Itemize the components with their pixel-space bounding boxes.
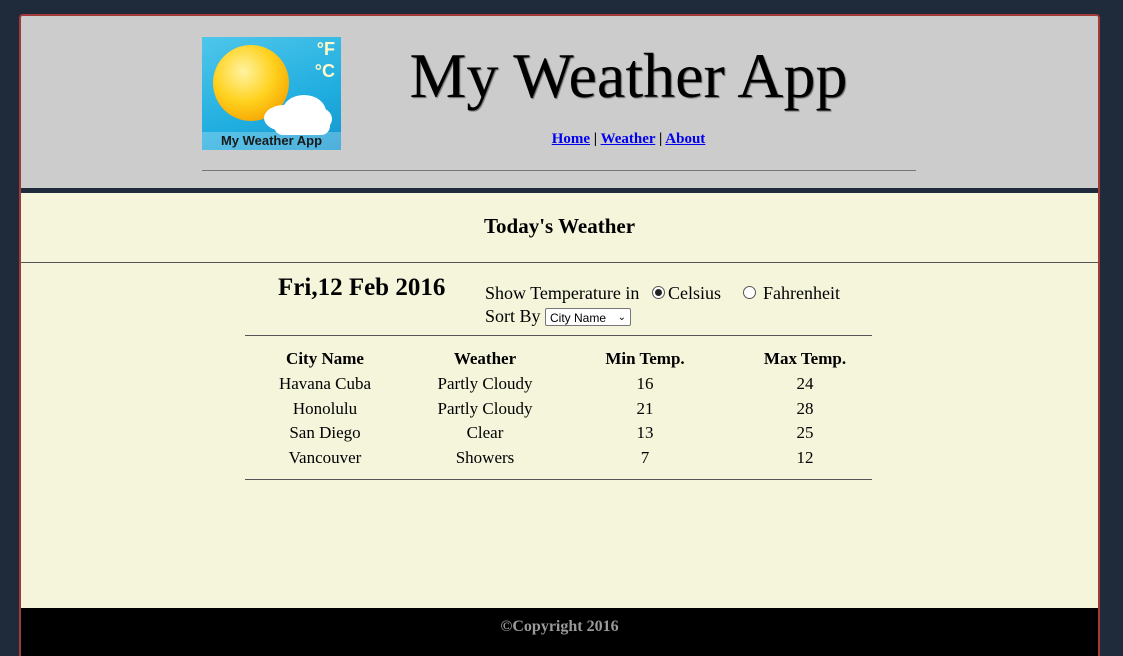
weather-cell: Clear	[466, 423, 504, 443]
table-top-divider	[245, 335, 872, 336]
column-header-min-temp: Min Temp.	[605, 349, 685, 368]
city-cell: Havana Cuba	[278, 374, 372, 394]
logo-caption: My Weather App	[202, 132, 341, 150]
current-date: Fri,12 Feb 2016	[278, 274, 446, 301]
table-row: Honolulu Partly Cloudy 21 28	[245, 397, 885, 422]
main-nav: Home | Weather | About	[361, 131, 896, 148]
celsius-radio-label[interactable]: Celsius	[668, 283, 721, 304]
fahrenheit-symbol: °F	[316, 39, 335, 59]
column-header-city: City Name	[286, 349, 364, 368]
city-cell: San Diego	[289, 423, 361, 443]
table-header-row: City Name Weather Min Temp. Max Temp.	[245, 346, 885, 372]
table-row: Vancouver Showers 7 12	[245, 446, 885, 471]
min-temp-cell: 21	[636, 398, 654, 418]
city-cell: Vancouver	[288, 447, 362, 467]
section-title: Today's Weather	[483, 214, 636, 238]
fahrenheit-radio-label[interactable]: Fahrenheit	[763, 283, 840, 304]
header-bottom-bar	[21, 188, 1098, 193]
celsius-radio[interactable]	[652, 286, 665, 299]
column-header-max-temp: Max Temp.	[763, 349, 847, 368]
weather-table: City Name Weather Min Temp. Max Temp. Ha…	[245, 346, 885, 470]
max-temp-cell: 12	[796, 447, 814, 467]
table-row: San Diego Clear 13 25	[245, 421, 885, 446]
page-title: My Weather App	[409, 40, 848, 111]
weather-cell: Partly Cloudy	[437, 374, 533, 394]
max-temp-cell: 24	[796, 374, 814, 394]
nav-link-about[interactable]: About	[665, 131, 705, 147]
app-logo: °F °C My Weather App	[202, 37, 341, 150]
fahrenheit-radio[interactable]	[743, 286, 756, 299]
table-row: Havana Cuba Partly Cloudy 16 24	[245, 372, 885, 397]
header-divider	[202, 170, 916, 171]
min-temp-cell: 7	[640, 447, 650, 467]
copyright-text: ©Copyright 2016	[500, 618, 619, 635]
min-temp-cell: 13	[636, 423, 654, 443]
city-cell: Honolulu	[292, 398, 358, 418]
table-bottom-divider	[245, 479, 872, 480]
nav-link-home[interactable]: Home	[552, 131, 590, 147]
nav-separator: |	[593, 131, 598, 147]
nav-separator: |	[659, 131, 663, 147]
celsius-symbol: °C	[314, 61, 335, 81]
app-window: °F °C My Weather App My Weather App Home…	[19, 14, 1100, 656]
max-temp-cell: 28	[796, 398, 814, 418]
section-divider	[21, 262, 1098, 263]
weather-cell: Partly Cloudy	[437, 398, 533, 418]
temperature-unit-label: Show Temperature in	[485, 283, 640, 303]
weather-cell: Showers	[455, 447, 515, 467]
min-temp-cell: 16	[636, 374, 654, 394]
column-header-weather: Weather	[453, 349, 517, 368]
header: °F °C My Weather App My Weather App Home…	[21, 16, 1098, 188]
nav-link-weather[interactable]: Weather	[601, 131, 656, 147]
sort-by-select[interactable]: City Name ⌄	[545, 308, 631, 326]
max-temp-cell: 25	[796, 423, 814, 443]
sort-by-label: Sort By	[485, 306, 541, 326]
chevron-down-icon: ⌄	[617, 312, 626, 323]
sort-by-selected-value: City Name	[550, 311, 607, 325]
